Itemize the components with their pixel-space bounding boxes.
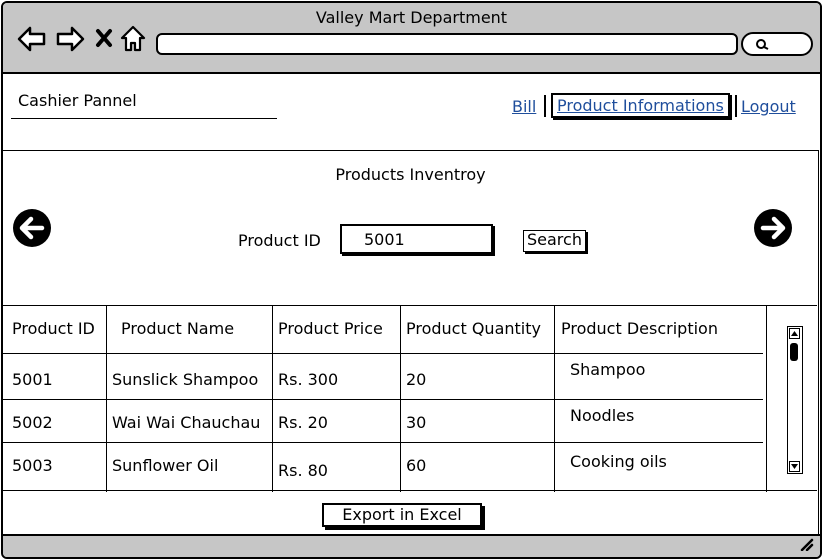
table-cell-product-price: Rs. 300 xyxy=(278,370,339,389)
table-cell-product-id: 5002 xyxy=(12,413,53,432)
row-divider xyxy=(3,399,763,400)
title-bar: Valley Mart Department xyxy=(3,3,820,74)
scroll-down-icon[interactable] xyxy=(789,461,800,472)
table-scrollbar[interactable] xyxy=(787,326,803,474)
product-id-label: Product ID xyxy=(238,231,321,250)
home-icon[interactable] xyxy=(120,25,146,57)
scroll-thumb[interactable] xyxy=(790,343,798,361)
next-arrow-icon[interactable] xyxy=(752,207,794,253)
address-bar[interactable] xyxy=(156,33,738,55)
column-header-product-description: Product Description xyxy=(561,319,718,338)
product-id-input[interactable]: 5001 xyxy=(340,224,493,254)
table-cell-product-quantity: 30 xyxy=(406,413,427,432)
column-header-product-quantity: Product Quantity xyxy=(406,319,541,338)
table-cell-product-name: Wai Wai Chauchau xyxy=(112,413,261,432)
nav-product-informations-link[interactable]: Product Informations xyxy=(551,93,730,118)
table-cell-product-description: Noodles xyxy=(570,406,635,425)
products-table: Product ID Product Name Product Price Pr… xyxy=(3,305,817,492)
search-icon xyxy=(756,39,769,50)
browser-search-box[interactable] xyxy=(741,32,813,56)
table-cell-product-name: Sunflower Oil xyxy=(112,456,219,475)
panel-title: Cashier Pannel xyxy=(18,91,137,110)
search-button[interactable]: Search xyxy=(523,230,586,252)
row-divider xyxy=(3,353,763,354)
table-cell-product-quantity: 20 xyxy=(406,370,427,389)
nav-bill-link[interactable]: Bill xyxy=(512,97,536,116)
page-content: Cashier Pannel Bill Product Informations… xyxy=(3,76,820,536)
table-cell-product-description: Shampoo xyxy=(570,360,646,379)
table-cell-product-price: Rs. 20 xyxy=(278,413,328,432)
browser-window: Valley Mart Department Cashier Pannel Bi… xyxy=(1,1,822,559)
stop-icon[interactable] xyxy=(95,28,113,52)
nav-divider xyxy=(544,95,546,117)
previous-arrow-icon[interactable] xyxy=(11,207,53,253)
column-header-product-name: Product Name xyxy=(121,319,235,338)
panel-title-underline xyxy=(11,118,277,119)
scroll-up-icon[interactable] xyxy=(789,328,800,339)
table-cell-product-description: Cooking oils xyxy=(570,452,667,471)
table-cell-product-name: Sunslick Shampoo xyxy=(112,370,259,389)
forward-icon[interactable] xyxy=(55,25,85,57)
nav-logout-link[interactable]: Logout xyxy=(741,97,796,116)
table-cell-product-quantity: 60 xyxy=(406,456,427,475)
nav-divider xyxy=(735,95,737,117)
column-header-product-id: Product ID xyxy=(12,319,95,338)
back-icon[interactable] xyxy=(17,25,47,57)
resize-grip-icon[interactable] xyxy=(798,536,814,555)
row-divider xyxy=(3,442,763,443)
status-bar xyxy=(3,534,820,557)
table-cell-product-price: Rs. 80 xyxy=(278,461,328,480)
export-excel-button[interactable]: Export in Excel xyxy=(322,503,482,527)
inventory-title: Products Inventroy xyxy=(335,165,486,184)
column-header-product-price: Product Price xyxy=(278,319,383,338)
table-cell-product-id: 5001 xyxy=(12,370,53,389)
column-divider xyxy=(766,306,767,492)
inventory-panel: Products Inventroy Product ID 5001 Searc… xyxy=(3,150,819,536)
table-cell-product-id: 5003 xyxy=(12,456,53,475)
